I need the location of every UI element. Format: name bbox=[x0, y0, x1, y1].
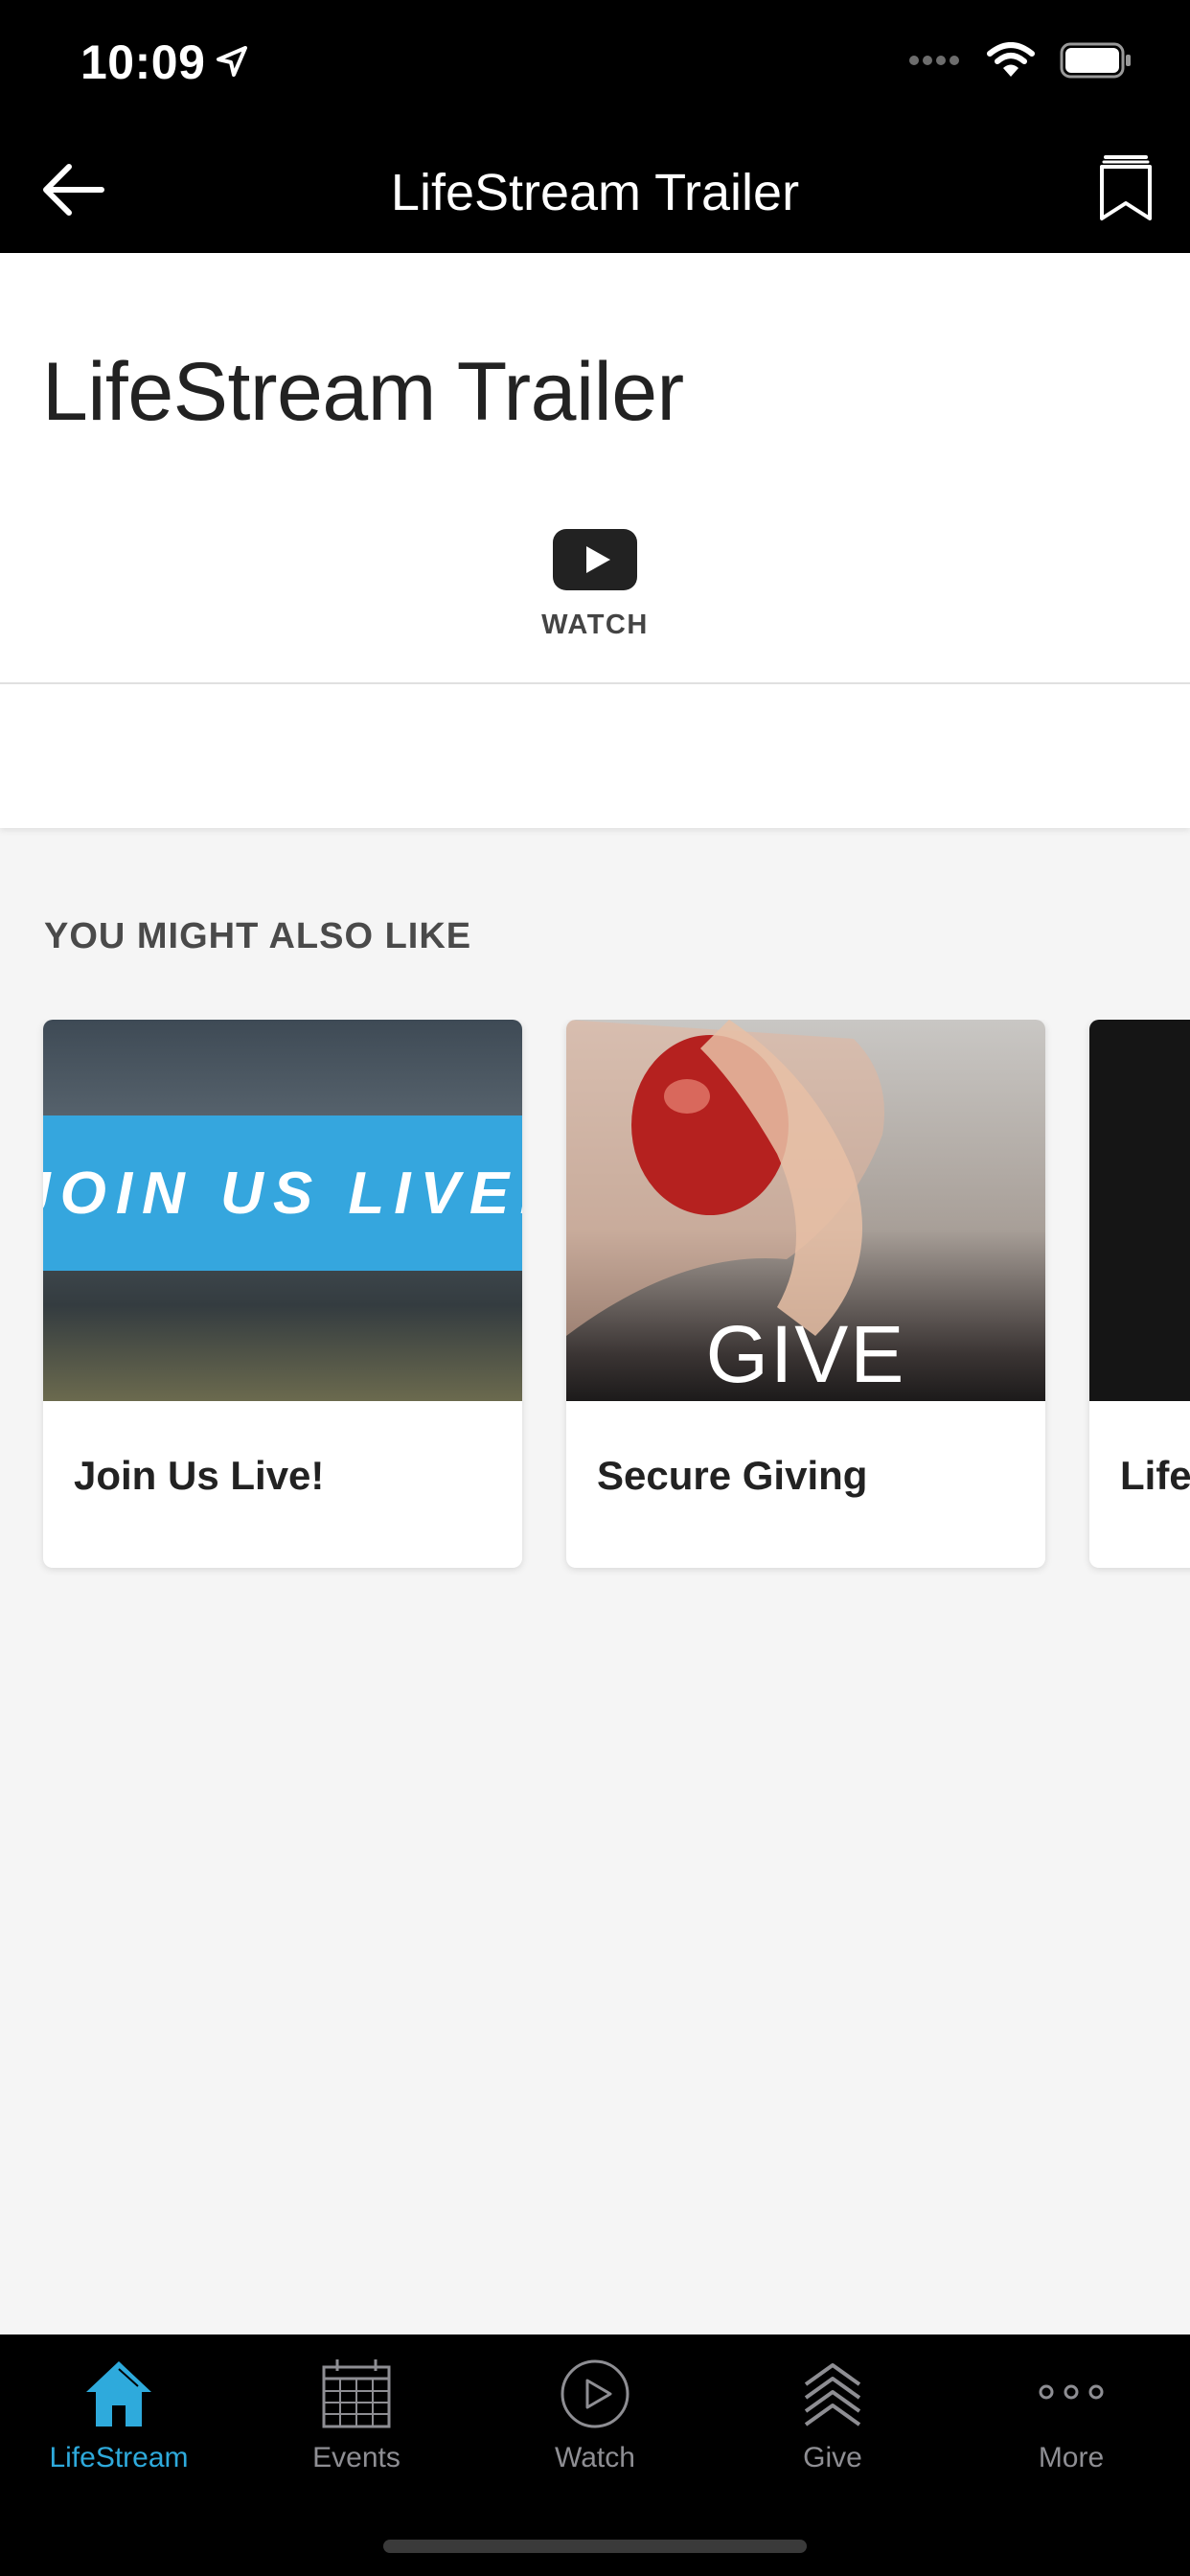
tab-watch[interactable]: Watch bbox=[476, 2356, 714, 2499]
card-thumbnail: GIVE bbox=[566, 1020, 1045, 1401]
card-title: Join Us Live! bbox=[74, 1453, 325, 1498]
tab-give[interactable]: Give bbox=[714, 2356, 951, 2499]
related-carousel[interactable]: JOIN US LIVE! Join Us Live! GIVE Secure … bbox=[0, 1020, 1190, 1576]
tab-lifestream[interactable]: LifeStream bbox=[0, 2356, 238, 2499]
divider bbox=[0, 682, 1190, 684]
status-time: 10:09 bbox=[80, 35, 206, 89]
location-arrow-icon bbox=[217, 46, 247, 77]
more-icon bbox=[1039, 2384, 1104, 2400]
content-card[interactable]: GIVE Secure Giving bbox=[566, 1020, 1045, 1568]
home-icon bbox=[86, 2361, 151, 2426]
tab-bar: LifeStream Events Watch Give More bbox=[0, 2334, 1190, 2576]
content-detail: LifeStream Trailer WATCH bbox=[0, 253, 1190, 828]
section-heading: YOU MIGHT ALSO LIKE bbox=[44, 916, 472, 956]
tab-label: Events bbox=[312, 2442, 400, 2473]
bookmark-icon[interactable] bbox=[1096, 153, 1156, 222]
give-icon bbox=[804, 2363, 861, 2426]
card-title: Secure Giving bbox=[597, 1453, 868, 1498]
home-indicator bbox=[383, 2540, 807, 2553]
youtube-play-icon bbox=[553, 529, 637, 590]
tab-label: LifeStream bbox=[49, 2442, 189, 2473]
battery-icon bbox=[1060, 42, 1131, 79]
wifi-icon bbox=[987, 42, 1035, 77]
tab-events[interactable]: Events bbox=[238, 2356, 475, 2499]
watch-label: WATCH bbox=[541, 610, 649, 640]
calendar-icon bbox=[322, 2359, 391, 2428]
content-card[interactable]: JOIN US LIVE! Join Us Live! bbox=[43, 1020, 522, 1568]
content-title: LifeStream Trailer bbox=[42, 346, 684, 438]
nav-title: LifeStream Trailer bbox=[390, 164, 800, 221]
card-title: Life bbox=[1120, 1453, 1190, 1498]
play-circle-icon bbox=[561, 2359, 629, 2428]
thumbnail-text: GIVE bbox=[705, 1309, 906, 1399]
status-bar: 10:09 bbox=[0, 0, 1190, 128]
tab-label: Give bbox=[803, 2442, 862, 2473]
watch-button[interactable]: WATCH bbox=[499, 529, 691, 663]
cellular-signal-icon bbox=[909, 56, 959, 65]
navigation-bar: LifeStream Trailer bbox=[0, 128, 1190, 253]
content-card[interactable]: Life bbox=[1089, 1020, 1190, 1568]
tab-label: More bbox=[1038, 2442, 1105, 2473]
thumbnail-banner: JOIN US LIVE! bbox=[43, 1116, 522, 1271]
tab-label: Watch bbox=[555, 2442, 635, 2473]
card-thumbnail: JOIN US LIVE! bbox=[43, 1020, 522, 1401]
card-thumbnail bbox=[1089, 1020, 1190, 1401]
tab-more[interactable]: More bbox=[952, 2356, 1190, 2499]
